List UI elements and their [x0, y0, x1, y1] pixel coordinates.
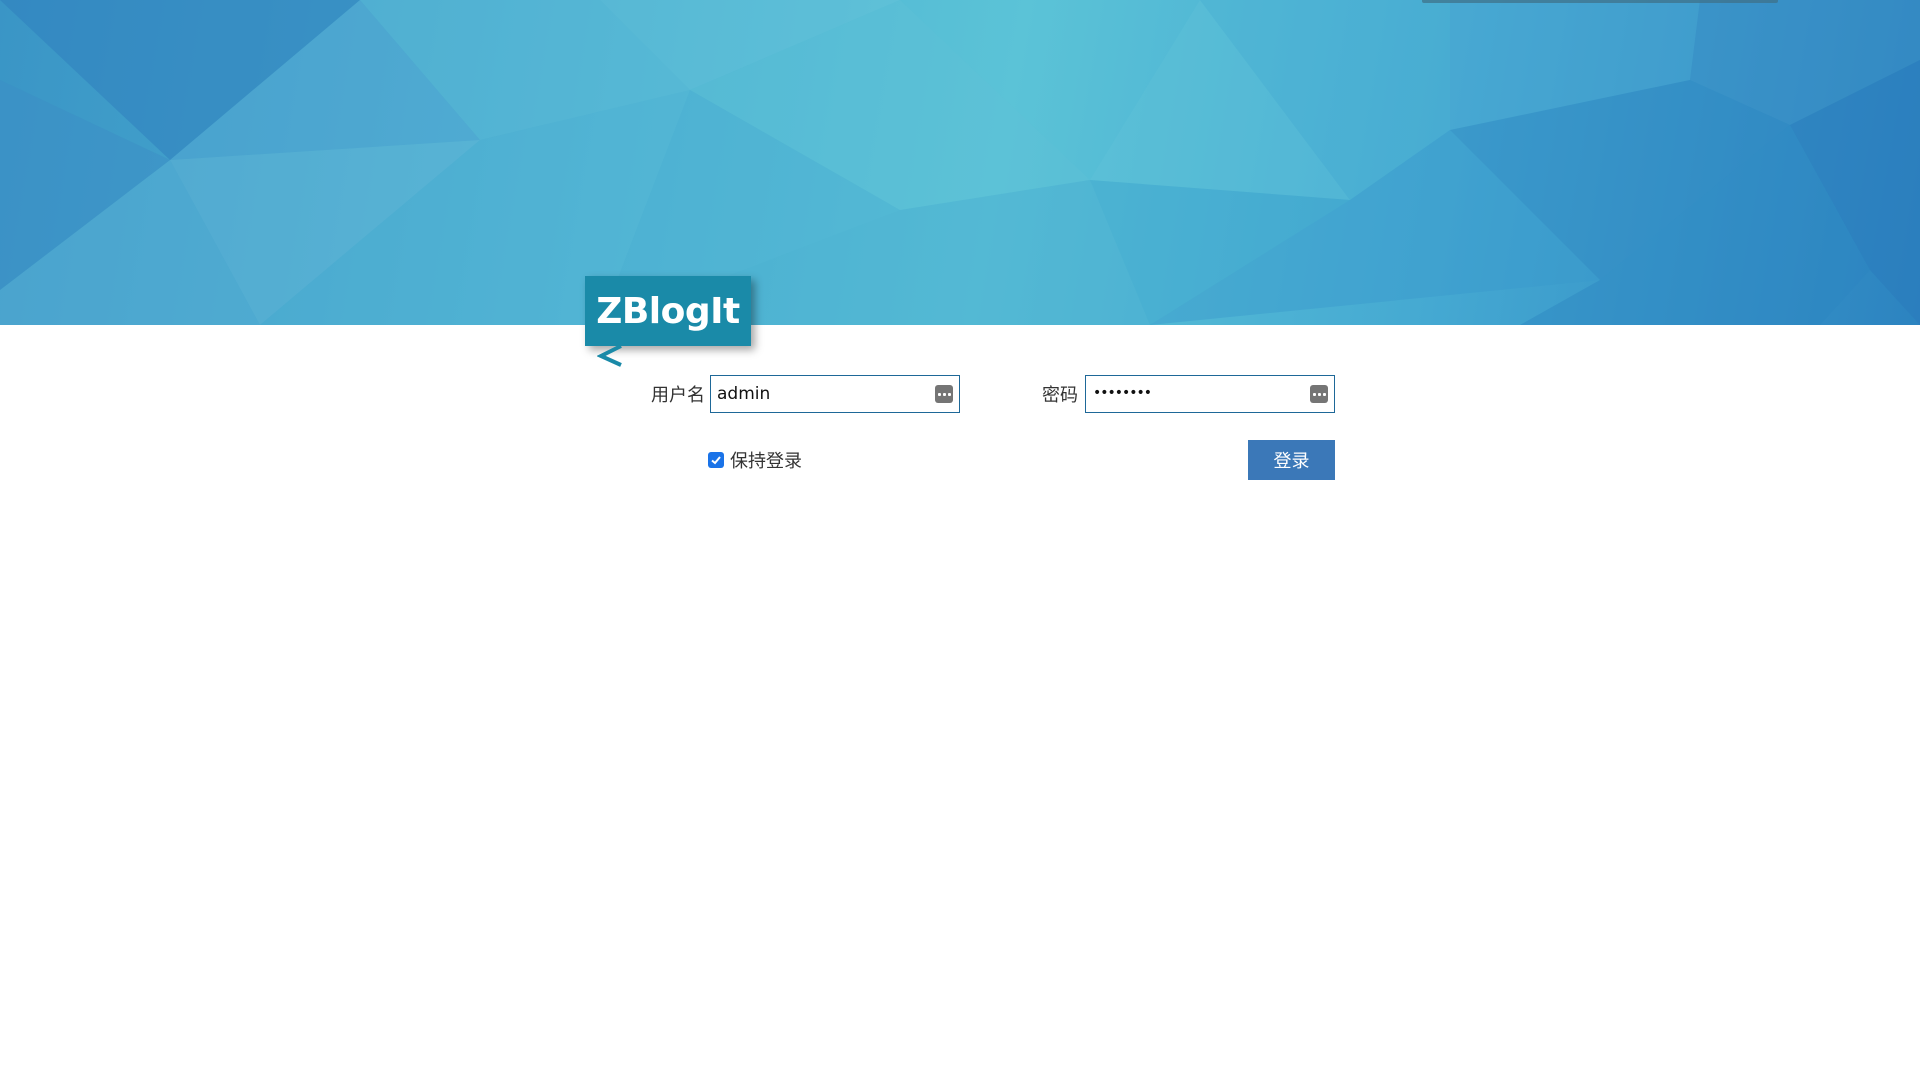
login-page: ZBlogIt 用户名 密码 •••••••• 保持登录 登录 — [0, 0, 1920, 1080]
polygon-background — [0, 0, 1920, 325]
logo-text: ZBlogIt — [585, 276, 751, 346]
remember-label: 保持登录 — [730, 451, 802, 472]
remember-checkbox[interactable] — [708, 452, 724, 468]
remember-me[interactable]: 保持登录 — [708, 447, 802, 473]
login-button[interactable]: 登录 — [1248, 440, 1335, 480]
header-banner — [0, 0, 1920, 325]
banner-top-edge — [1422, 0, 1778, 3]
password-field[interactable]: •••••••• — [1085, 375, 1335, 413]
checkmark-icon — [711, 456, 721, 465]
password-value[interactable]: •••••••• — [1093, 385, 1152, 401]
username-field[interactable] — [710, 375, 960, 413]
password-label: 密码 — [1042, 385, 1078, 406]
logo-speech-tail-icon — [597, 344, 622, 367]
username-input[interactable] — [711, 376, 959, 412]
key-autofill-icon[interactable] — [935, 385, 953, 403]
logo: ZBlogIt — [585, 276, 751, 368]
key-autofill-icon[interactable] — [1310, 385, 1328, 403]
username-label: 用户名 — [651, 385, 705, 406]
